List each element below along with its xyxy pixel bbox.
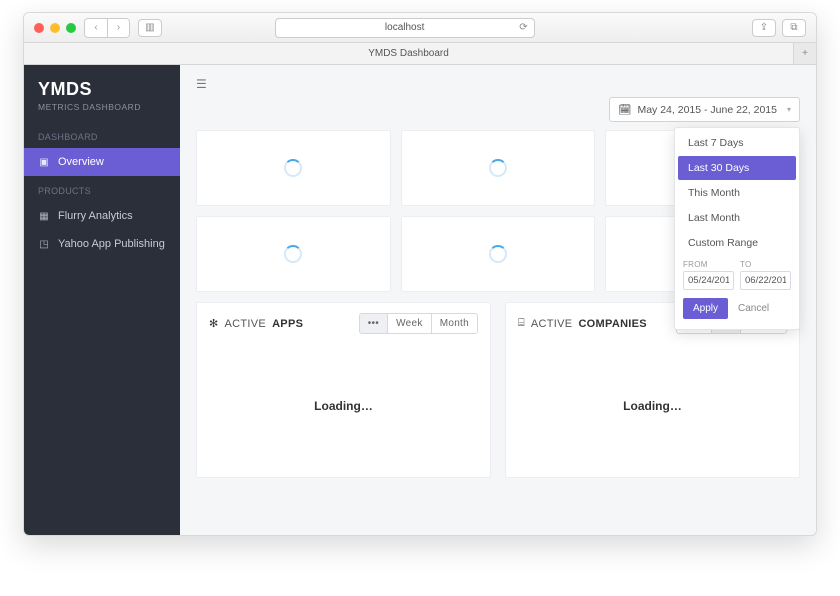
panel-body: Loading… — [209, 334, 478, 477]
forward-button[interactable]: › — [107, 19, 129, 37]
publish-icon: ◳ — [38, 239, 50, 250]
url-bar[interactable]: localhost ⟳ — [275, 18, 535, 38]
sidebar-item-overview[interactable]: ▣ Overview — [24, 148, 180, 176]
settings-icon: ✻ — [209, 317, 219, 330]
new-tab-button[interactable]: + — [794, 43, 816, 64]
nav-buttons: ‹ › — [84, 18, 130, 38]
date-range-dropdown: Last 7 Days Last 30 Days This Month Last… — [674, 127, 800, 330]
browser-window: ‹ › ▥ localhost ⟳ ⇪ ⧉ YMDS Dashboard + Y… — [23, 12, 817, 536]
sidebar-item-label: Overview — [58, 156, 104, 168]
section-products-label: PRODUCTS — [24, 176, 180, 202]
traffic-lights — [34, 23, 76, 33]
preset-last-month[interactable]: Last Month — [678, 206, 796, 230]
content-area: ☰ 🗓 May 24, 2015 - June 22, 2015 ▾ Last … — [180, 65, 816, 535]
apply-button[interactable]: Apply — [683, 298, 728, 319]
tab-bar: YMDS Dashboard + — [24, 43, 816, 65]
title-prefix: ACTIVE — [531, 318, 573, 330]
chevron-down-icon: ▾ — [787, 105, 791, 114]
preset-last-30-days[interactable]: Last 30 Days — [678, 156, 796, 180]
panel-body: Loading… — [518, 334, 787, 477]
dropdown-actions: Apply Cancel — [675, 290, 799, 319]
to-date-input[interactable] — [740, 271, 791, 290]
brand-subtitle: METRICS DASHBOARD — [38, 102, 166, 112]
active-apps-panel: ✻ ACTIVE APPS ••• Week Month Loading… — [196, 302, 491, 478]
cancel-button[interactable]: Cancel — [738, 303, 769, 314]
loading-text: Loading… — [314, 399, 373, 413]
tabs-button[interactable]: ⧉ — [782, 19, 806, 37]
maximize-window-button[interactable] — [66, 23, 76, 33]
loading-spinner-icon — [489, 245, 507, 263]
sidebar: YMDS METRICS DASHBOARD DASHBOARD ▣ Overv… — [24, 65, 180, 535]
metric-card — [401, 216, 596, 292]
url-text: localhost — [385, 22, 424, 33]
seg-btn-more[interactable]: ••• — [360, 314, 387, 333]
to-label: TO — [740, 260, 791, 269]
app-root: YMDS METRICS DASHBOARD DASHBOARD ▣ Overv… — [24, 65, 816, 535]
sidebar-item-label: Flurry Analytics — [58, 210, 133, 222]
browser-tab[interactable]: YMDS Dashboard — [24, 43, 794, 64]
back-button[interactable]: ‹ — [85, 19, 107, 37]
title-main: COMPANIES — [578, 318, 647, 330]
sidebar-toggle-button[interactable]: ▥ — [138, 19, 162, 37]
loading-text: Loading… — [623, 399, 682, 413]
date-range-text: May 24, 2015 - June 22, 2015 — [637, 104, 777, 116]
right-tools: ⇪ ⧉ — [752, 19, 806, 37]
from-date-input[interactable] — [683, 271, 734, 290]
loading-spinner-icon — [284, 245, 302, 263]
close-window-button[interactable] — [34, 23, 44, 33]
sidebar-item-flurry[interactable]: ▦ Flurry Analytics — [24, 202, 180, 230]
tab-title: YMDS Dashboard — [368, 48, 449, 59]
overview-icon: ▣ — [38, 157, 50, 168]
preset-custom-range[interactable]: Custom Range — [678, 231, 796, 255]
preset-this-month[interactable]: This Month — [678, 181, 796, 205]
reload-icon[interactable]: ⟳ — [519, 22, 527, 33]
top-controls: 🗓 May 24, 2015 - June 22, 2015 ▾ Last 7 … — [196, 97, 800, 122]
metric-card — [196, 216, 391, 292]
sidebar-item-label: Yahoo App Publishing — [58, 238, 165, 250]
panel-title: ✻ ACTIVE APPS — [209, 317, 303, 330]
title-prefix: ACTIVE — [225, 318, 267, 330]
chart-icon: ▦ — [38, 211, 50, 222]
preset-last-7-days[interactable]: Last 7 Days — [678, 131, 796, 155]
minimize-window-button[interactable] — [50, 23, 60, 33]
metric-card — [196, 130, 391, 206]
calendar-icon: 🗓 — [618, 103, 631, 116]
metric-card — [401, 130, 596, 206]
loading-spinner-icon — [284, 159, 302, 177]
breadcrumb: ☰ — [196, 77, 800, 91]
seg-btn-week[interactable]: Week — [387, 314, 431, 333]
panel-title: ⌸ ACTIVE COMPANIES — [518, 317, 647, 330]
share-button[interactable]: ⇪ — [752, 19, 776, 37]
sidebar-item-yahoo-app[interactable]: ◳ Yahoo App Publishing — [24, 230, 180, 258]
building-icon: ⌸ — [518, 317, 525, 330]
breadcrumb-icon: ☰ — [196, 77, 207, 91]
from-label: FROM — [683, 260, 734, 269]
title-main: APPS — [272, 318, 303, 330]
custom-range-row: FROM TO — [675, 256, 799, 290]
time-segment: ••• Week Month — [359, 313, 478, 334]
brand: YMDS METRICS DASHBOARD — [24, 65, 180, 122]
panel-header: ✻ ACTIVE APPS ••• Week Month — [209, 313, 478, 334]
section-dashboard-label: DASHBOARD — [24, 122, 180, 148]
brand-title: YMDS — [38, 79, 166, 100]
browser-toolbar: ‹ › ▥ localhost ⟳ ⇪ ⧉ — [24, 13, 816, 43]
seg-btn-month[interactable]: Month — [431, 314, 477, 333]
loading-spinner-icon — [489, 159, 507, 177]
date-range-button[interactable]: 🗓 May 24, 2015 - June 22, 2015 ▾ — [609, 97, 800, 122]
